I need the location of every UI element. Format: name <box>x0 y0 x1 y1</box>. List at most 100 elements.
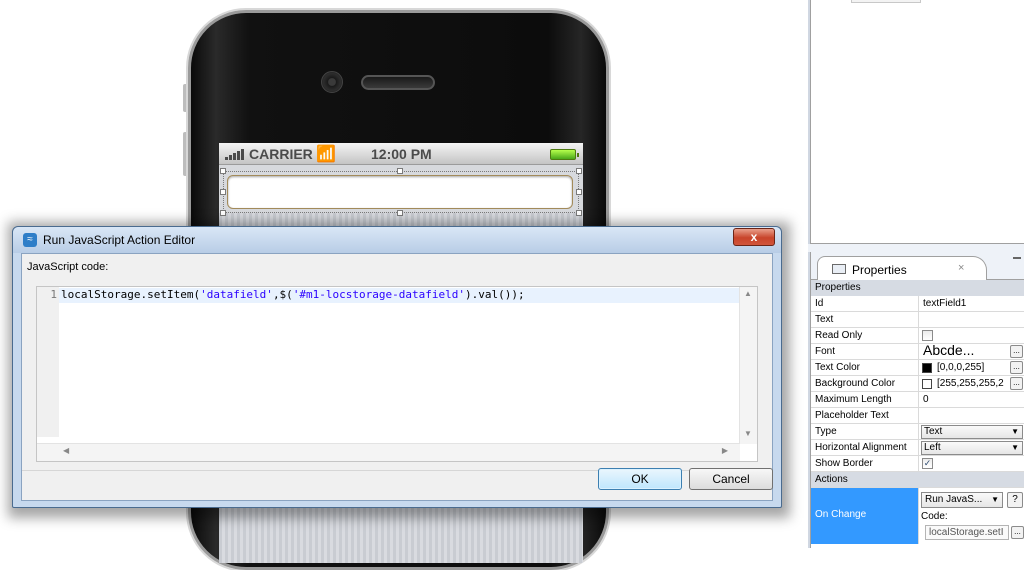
resize-handle[interactable] <box>576 168 582 174</box>
property-value-cell: Left ▼ <box>918 440 1024 455</box>
outline-panel <box>810 0 1024 244</box>
property-name: Show Border <box>815 458 873 469</box>
property-row-show-border[interactable]: Show Border ✓ <box>811 456 1024 472</box>
property-name: Id <box>815 298 824 309</box>
show-border-checkbox[interactable]: ✓ <box>922 458 933 469</box>
actions-section-header: Actions <box>811 472 1024 488</box>
line-number-gutter <box>37 287 59 437</box>
property-value: 0 <box>923 394 929 405</box>
dialog-titlebar[interactable]: ≈ Run JavaScript Action Editor x <box>13 227 781 253</box>
code-preview-field[interactable]: localStorage.setI <box>925 525 1009 540</box>
vertical-scrollbar[interactable]: ▲ ▼ <box>739 287 757 444</box>
edit-code-button[interactable]: ... <box>1011 526 1024 539</box>
property-value-cell[interactable] <box>918 312 1024 327</box>
property-row-max-length[interactable]: Maximum Length 0 <box>811 392 1024 408</box>
property-row-read-only[interactable]: Read Only <box>811 328 1024 344</box>
background-color-swatch <box>922 379 932 389</box>
action-type-dropdown[interactable]: Run JavaS... ▼ <box>921 492 1003 508</box>
text-field-widget[interactable] <box>227 175 573 209</box>
close-button[interactable]: x <box>733 228 775 246</box>
property-name: Background Color <box>815 378 896 389</box>
property-row-horizontal-alignment[interactable]: Horizontal Alignment Left ▼ <box>811 440 1024 456</box>
camera-icon <box>321 71 343 93</box>
code-string-token: 'datafield' <box>200 288 273 301</box>
tab-properties[interactable]: Properties × <box>817 256 987 281</box>
dropdown-value: Text <box>924 426 943 437</box>
dialog-app-icon: ≈ <box>23 233 37 247</box>
property-value-cell[interactable] <box>918 408 1024 423</box>
code-editor[interactable]: 1 localStorage.setItem('datafield',$('#m… <box>36 286 758 462</box>
resize-handle[interactable] <box>220 210 226 216</box>
scroll-up-icon[interactable]: ▲ <box>744 289 752 298</box>
help-button[interactable]: ? <box>1007 492 1023 508</box>
code-token: ).val()); <box>465 288 525 301</box>
property-value: textField1 <box>923 298 967 309</box>
dropdown-value: Left <box>924 442 941 453</box>
read-only-checkbox[interactable] <box>922 330 933 341</box>
property-row-id[interactable]: Id textField1 <box>811 296 1024 312</box>
property-value-cell: Text ▼ <box>918 424 1024 439</box>
ok-button[interactable]: OK <box>598 468 682 490</box>
speaker-icon <box>361 75 435 90</box>
resize-handle[interactable] <box>220 189 226 195</box>
color-picker-button[interactable]: ... <box>1010 377 1023 390</box>
dropdown-value: Run JavaS... <box>925 494 983 505</box>
type-dropdown[interactable]: Text ▼ <box>921 425 1023 439</box>
action-value-cell: Run JavaS... ▼ ? Code: localStorage.setI… <box>918 488 1024 544</box>
resize-handle[interactable] <box>576 189 582 195</box>
property-row-placeholder[interactable]: Placeholder Text <box>811 408 1024 424</box>
cancel-button[interactable]: Cancel <box>689 468 773 490</box>
javascript-code-label: JavaScript code: <box>27 261 109 273</box>
dialog-body: JavaScript code: 1 localStorage.setItem(… <box>21 253 773 501</box>
dropdown-arrow-icon: ▼ <box>1011 427 1019 436</box>
scroll-right-icon[interactable]: ▶ <box>722 446 728 455</box>
horizontal-scrollbar[interactable]: ◀ ▶ <box>37 443 740 461</box>
minimize-icon[interactable] <box>1013 257 1021 259</box>
property-value: [255,255,255,2 <box>937 378 1004 389</box>
properties-tab-bar: Properties × <box>811 252 1024 281</box>
resize-handle[interactable] <box>220 168 226 174</box>
actions-header-label: Actions <box>815 474 848 485</box>
on-change-label: On Change <box>815 509 867 520</box>
panel-sash[interactable] <box>808 244 1024 252</box>
scroll-down-icon[interactable]: ▼ <box>744 429 752 438</box>
property-value-cell: ✓ <box>918 456 1024 471</box>
property-value: [0,0,0,255] <box>937 362 985 373</box>
property-value-cell: [0,0,0,255] ... <box>918 360 1024 375</box>
property-name: Placeholder Text <box>815 410 889 421</box>
close-icon[interactable]: × <box>958 262 964 274</box>
property-row-text[interactable]: Text <box>811 312 1024 328</box>
property-value-cell: Abcde... ... <box>918 342 1024 359</box>
status-time: 12:00 PM <box>371 146 432 162</box>
scroll-left-icon[interactable]: ◀ <box>63 446 69 455</box>
property-value-cell <box>918 328 1024 343</box>
alignment-dropdown[interactable]: Left ▼ <box>921 441 1023 455</box>
code-token: ,$( <box>272 288 293 301</box>
color-picker-button[interactable]: ... <box>1010 361 1023 374</box>
property-value-cell[interactable]: 0 <box>918 392 1024 407</box>
resize-handle[interactable] <box>576 210 582 216</box>
resize-handle[interactable] <box>397 168 403 174</box>
properties-tab-icon <box>832 264 846 274</box>
property-value-cell[interactable]: textField1 <box>918 296 1024 311</box>
properties-section-header: Properties <box>811 280 1024 296</box>
property-row-text-color[interactable]: Text Color [0,0,0,255] ... <box>811 360 1024 376</box>
code-string-token: '#m1-locstorage-datafield' <box>292 288 465 301</box>
property-row-background-color[interactable]: Background Color [255,255,255,2 ... <box>811 376 1024 392</box>
dropdown-arrow-icon: ▼ <box>1011 443 1019 452</box>
font-picker-button[interactable]: ... <box>1010 345 1023 358</box>
dropdown-arrow-icon: ▼ <box>991 495 999 504</box>
action-row-on-change[interactable]: On Change Run JavaS... ▼ ? Code: localSt… <box>811 488 1024 544</box>
resize-handle[interactable] <box>397 210 403 216</box>
battery-icon <box>550 149 579 160</box>
carrier-label: CARRIER <box>249 146 313 162</box>
property-row-font[interactable]: Font Abcde... ... <box>811 342 1024 360</box>
property-name: Font <box>815 346 836 357</box>
code-line[interactable]: localStorage.setItem('datafield',$('#m1-… <box>61 288 525 301</box>
dialog-title: Run JavaScript Action Editor <box>43 233 196 247</box>
code-label: Code: <box>921 511 948 522</box>
line-number: 1 <box>50 288 57 301</box>
outline-panel-tab[interactable] <box>851 0 921 3</box>
property-row-type[interactable]: Type Text ▼ <box>811 424 1024 440</box>
property-name: Maximum Length <box>815 394 892 405</box>
